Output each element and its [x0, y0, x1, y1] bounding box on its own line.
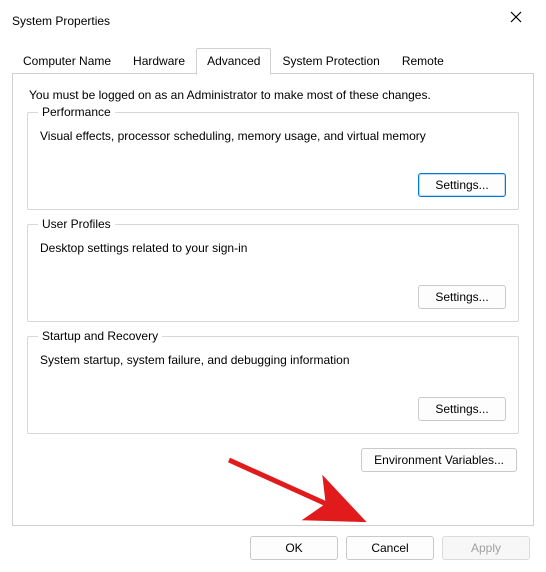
advanced-panel: You must be logged on as an Administrato… [12, 74, 534, 526]
close-button[interactable] [496, 0, 536, 34]
startup-settings-button[interactable]: Settings... [418, 397, 506, 421]
titlebar: System Properties [0, 0, 546, 34]
tab-computer-name[interactable]: Computer Name [12, 48, 122, 74]
system-properties-window: System Properties Computer Name Hardware… [0, 0, 546, 572]
ok-button[interactable]: OK [250, 536, 338, 560]
tabstrip: Computer Name Hardware Advanced System P… [0, 48, 546, 74]
user-profiles-group: User Profiles Desktop settings related t… [27, 224, 519, 322]
performance-settings-button[interactable]: Settings... [418, 173, 506, 197]
user-profiles-settings-button[interactable]: Settings... [418, 285, 506, 309]
user-profiles-desc: Desktop settings related to your sign-in [40, 241, 506, 255]
window-title: System Properties [10, 6, 110, 28]
performance-group: Performance Visual effects, processor sc… [27, 112, 519, 210]
dialog-footer: OK Cancel Apply [0, 526, 546, 572]
tab-advanced[interactable]: Advanced [196, 48, 271, 75]
env-button-row: Environment Variables... [27, 448, 519, 472]
startup-legend: Startup and Recovery [38, 329, 162, 343]
tab-hardware[interactable]: Hardware [122, 48, 196, 74]
startup-desc: System startup, system failure, and debu… [40, 353, 506, 367]
user-profiles-legend: User Profiles [38, 217, 115, 231]
apply-button: Apply [442, 536, 530, 560]
tab-system-protection[interactable]: System Protection [271, 48, 390, 74]
admin-notice: You must be logged on as an Administrato… [29, 88, 519, 102]
tab-remote[interactable]: Remote [391, 48, 455, 74]
cancel-button[interactable]: Cancel [346, 536, 434, 560]
startup-recovery-group: Startup and Recovery System startup, sys… [27, 336, 519, 434]
environment-variables-button[interactable]: Environment Variables... [361, 448, 517, 472]
close-icon [510, 11, 522, 23]
performance-legend: Performance [38, 105, 115, 119]
performance-desc: Visual effects, processor scheduling, me… [40, 129, 506, 143]
